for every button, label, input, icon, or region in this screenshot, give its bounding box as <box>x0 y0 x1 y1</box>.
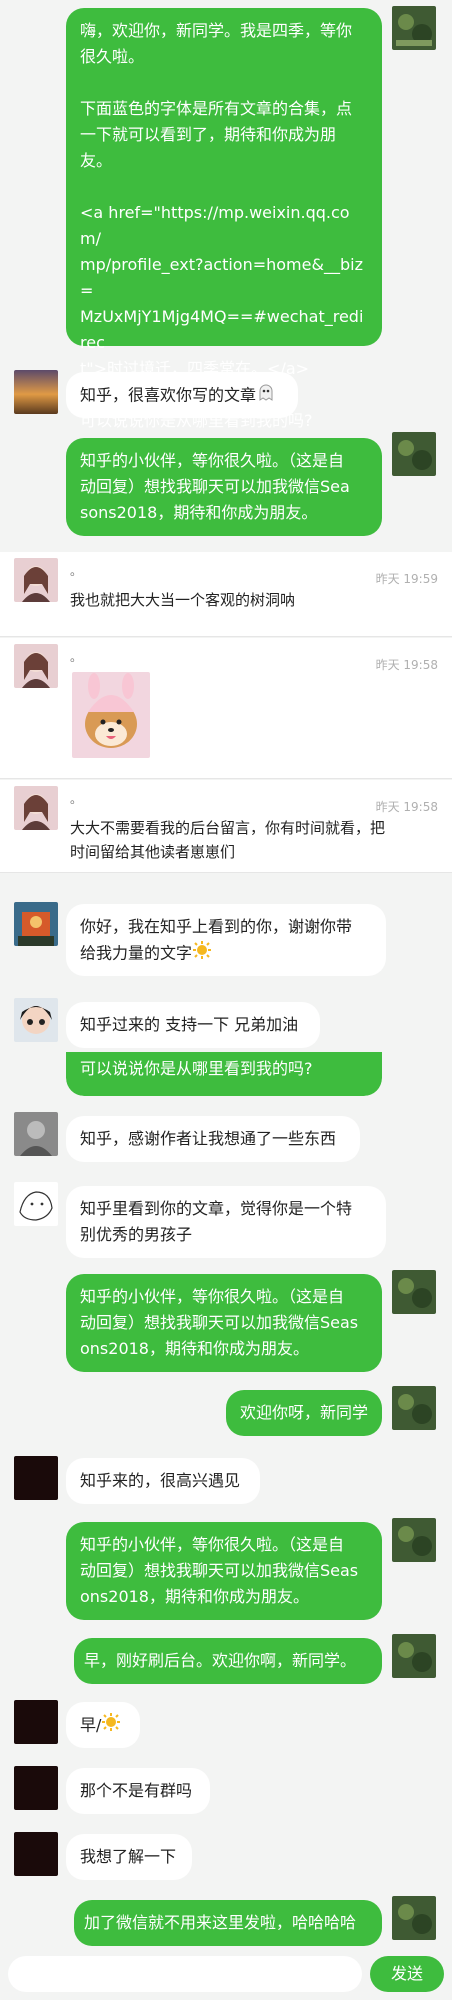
auto-reply-bubble-partial: 可以说说你是从哪里看到我的吗? <box>66 1052 382 1096</box>
user-avatar[interactable] <box>392 1386 436 1430</box>
commenter-avatar[interactable] <box>14 558 58 602</box>
user-avatar[interactable] <box>392 1518 436 1562</box>
message-bubble: 早，刚好刷后台。欢迎你啊，新同学。 <box>74 1638 382 1684</box>
message-bubble: 知乎里看到你的文章，觉得你是一个特 别优秀的男孩子 <box>66 1186 386 1258</box>
message-input[interactable] <box>8 1956 362 1992</box>
shiba-dog-sticker[interactable] <box>72 672 150 758</box>
user-avatar[interactable] <box>14 998 58 1042</box>
sun-emoji <box>101 1712 121 1740</box>
user-avatar[interactable] <box>14 1456 58 1500</box>
user-avatar[interactable] <box>392 6 436 50</box>
user-avatar[interactable] <box>392 432 436 476</box>
comment-item: 。 昨天 19:58 大大不需要看我的后台留言，你有时间就看，把 时间留给其他读… <box>0 780 452 873</box>
message-bubble: 知乎，很喜欢你写的文章 <box>66 372 298 418</box>
ghost-emoji <box>256 382 276 410</box>
message-bubble: 欢迎你呀，新同学 <box>226 1390 382 1436</box>
welcome-message-bubble: 嗨，欢迎你，新同学。我是四季，等你 很久啦。 下面蓝色的字体是所有文章的合集，点… <box>66 8 382 430</box>
user-avatar[interactable] <box>392 1896 436 1940</box>
sun-emoji <box>192 940 212 968</box>
comment-item: 。 昨天 19:59 我也就把大大当一个客观的树洞呐 <box>0 552 452 637</box>
auto-reply-bubble: 知乎的小伙伴，等你很久啦。（这是自 动回复）想找我聊天可以加我微信Seas on… <box>66 1274 382 1372</box>
message-bubble: 那个不是有群吗 <box>66 1768 210 1814</box>
user-avatar[interactable] <box>14 1112 58 1156</box>
user-avatar[interactable] <box>14 1182 58 1226</box>
commenter-avatar[interactable] <box>14 786 58 830</box>
message-bubble: 你好，我在知乎上看到的你，谢谢你带 给我力量的文字 <box>66 904 386 976</box>
send-button[interactable]: 发送 <box>370 1956 444 1992</box>
comment-item: 。 昨天 19:58 <box>0 638 452 779</box>
user-avatar[interactable] <box>14 1700 58 1744</box>
auto-reply-bubble: 知乎的小伙伴，等你很久啦。（这是自 动回复）想找我聊天可以加我微信Seas on… <box>66 1522 382 1620</box>
message-bubble: 早/ <box>66 1702 140 1748</box>
user-avatar[interactable] <box>14 370 58 414</box>
user-avatar[interactable] <box>14 1832 58 1876</box>
message-bubble: 知乎，感谢作者让我想通了一些东西 <box>66 1116 360 1162</box>
user-avatar[interactable] <box>392 1634 436 1678</box>
input-bar: 发送 <box>0 1948 452 2000</box>
message-bubble: 知乎来的，很高兴遇见 <box>66 1458 260 1504</box>
user-avatar[interactable] <box>14 902 58 946</box>
message-bubble: 加了微信就不用来这里发啦，哈哈哈哈 <box>74 1900 382 1946</box>
commenter-avatar[interactable] <box>14 644 58 688</box>
user-avatar[interactable] <box>392 1270 436 1314</box>
user-avatar[interactable] <box>14 1766 58 1810</box>
message-bubble: 知乎过来的 支持一下 兄弟加油 <box>66 1002 320 1048</box>
auto-reply-bubble: 知乎的小伙伴，等你很久啦。（这是自 动回复）想找我聊天可以加我微信Sea son… <box>66 438 382 536</box>
message-bubble: 我想了解一下 <box>66 1834 192 1880</box>
